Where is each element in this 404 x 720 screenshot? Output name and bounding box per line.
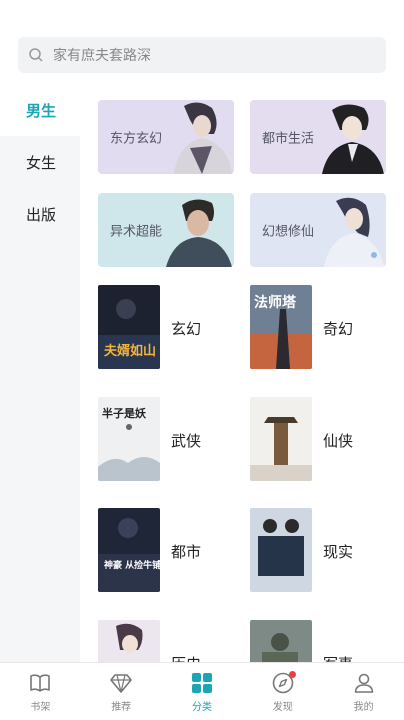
banner-fantasy-cultivation[interactable]: 幻想修仙 bbox=[250, 193, 386, 267]
banner-label: 幻想修仙 bbox=[262, 224, 315, 240]
bottom-tab-bar: 书架 推荐 分类 发现 我的 bbox=[0, 662, 404, 720]
book-category-qihuan[interactable]: 法师塔 奇幻 bbox=[250, 285, 400, 375]
book-category-label: 玄幻 bbox=[171, 320, 202, 338]
tab-bookshelf[interactable]: 书架 bbox=[0, 663, 81, 720]
sidebar-item-publish[interactable]: 出版 bbox=[0, 188, 80, 240]
sidebar-item-female[interactable]: 女生 bbox=[0, 136, 80, 188]
tab-recommend[interactable]: 推荐 bbox=[81, 663, 162, 720]
character-illustration bbox=[322, 104, 384, 174]
book-icon bbox=[30, 674, 51, 692]
book-cover-text: 法师塔 bbox=[254, 294, 297, 311]
banner-label: 异术超能 bbox=[110, 224, 163, 240]
search-icon bbox=[29, 48, 43, 62]
tab-label: 书架 bbox=[30, 702, 51, 713]
character-illustration bbox=[324, 197, 384, 267]
banner-label: 都市生活 bbox=[262, 131, 315, 147]
book-cover: 半子是妖 bbox=[98, 397, 160, 481]
book-category-wuxia[interactable]: 半子是妖 武侠 bbox=[98, 397, 248, 487]
tab-label: 我的 bbox=[353, 702, 374, 713]
tab-category[interactable]: 分类 bbox=[162, 663, 243, 720]
search-bar[interactable]: 家有庶夫套路深 bbox=[18, 37, 386, 73]
tab-label: 分类 bbox=[191, 702, 212, 713]
banner-urban-life[interactable]: 都市生活 bbox=[250, 100, 386, 174]
book-category-xianshi[interactable]: 现实 bbox=[250, 508, 400, 598]
notification-badge bbox=[288, 671, 296, 678]
book-category-xuanhuan[interactable]: 夫婿如山 玄幻 bbox=[98, 285, 248, 375]
tab-discover[interactable]: 发现 bbox=[242, 663, 323, 720]
book-cover: 法师塔 bbox=[250, 285, 312, 369]
character-illustration bbox=[166, 199, 232, 267]
book-category-label: 都市 bbox=[171, 543, 202, 561]
search-placeholder: 家有庶夫套路深 bbox=[53, 48, 151, 64]
book-cover bbox=[250, 397, 312, 481]
book-category-label: 武侠 bbox=[171, 432, 202, 450]
grid-icon bbox=[191, 673, 212, 693]
book-cover: 夫婿如山 bbox=[98, 285, 160, 369]
book-cover: 神豪 从捡牛铺程开始 bbox=[98, 508, 160, 592]
book-category-label: 现实 bbox=[323, 543, 354, 561]
sidebar-item-male[interactable]: 男生 bbox=[0, 84, 80, 136]
book-cover-text: 夫婿如山 bbox=[104, 343, 156, 359]
user-icon bbox=[354, 673, 373, 693]
character-illustration bbox=[174, 102, 232, 174]
book-cover bbox=[250, 508, 312, 592]
book-category-label: 仙侠 bbox=[323, 432, 354, 450]
tab-mine[interactable]: 我的 bbox=[323, 663, 404, 720]
diamond-icon bbox=[110, 674, 132, 693]
book-cover-text: 半子是妖 bbox=[102, 406, 147, 420]
tab-label: 推荐 bbox=[111, 702, 132, 713]
tab-label: 发现 bbox=[272, 702, 293, 713]
book-cover-text: 神豪 从捡牛铺程开始 bbox=[104, 559, 160, 571]
category-sidebar: 男生 女生 出版 bbox=[0, 84, 80, 664]
banner-eastern-fantasy[interactable]: 东方玄幻 bbox=[98, 100, 234, 174]
book-category-label: 奇幻 bbox=[323, 320, 354, 338]
book-category-dushi[interactable]: 神豪 从捡牛铺程开始 都市 bbox=[98, 508, 248, 598]
book-category-xianxia[interactable]: 仙侠 bbox=[250, 397, 400, 487]
banner-supernatural[interactable]: 异术超能 bbox=[98, 193, 234, 267]
banner-label: 东方玄幻 bbox=[110, 131, 163, 147]
